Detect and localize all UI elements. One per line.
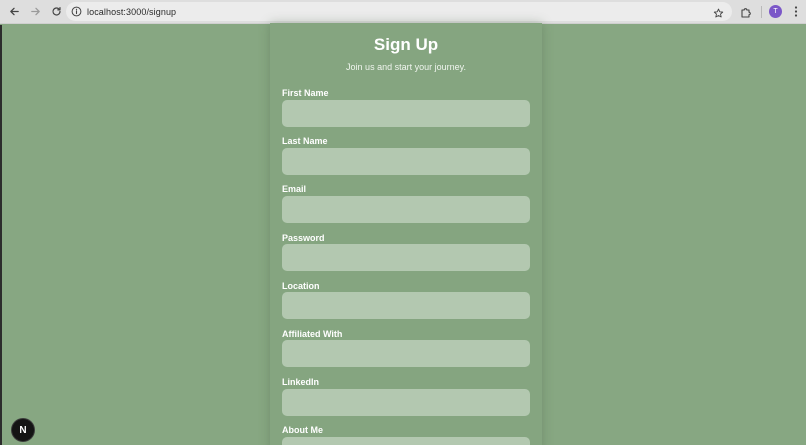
signup-card: Sign Up Join us and start your journey. …	[270, 23, 542, 445]
more-options-icon[interactable]	[791, 5, 801, 18]
linkedin-label: LinkedIn	[282, 377, 320, 387]
site-info-icon[interactable]	[71, 6, 82, 17]
extensions-puzzle-icon[interactable]	[740, 5, 752, 18]
password-input[interactable]	[282, 244, 530, 271]
reload-button[interactable]	[46, 2, 66, 22]
page-title: Sign Up	[373, 35, 439, 54]
affiliated-with-input[interactable]	[282, 340, 530, 367]
nextjs-logo-icon: N	[19, 424, 27, 436]
reload-icon	[51, 7, 61, 16]
toolbar-divider	[761, 6, 762, 18]
last-name-input[interactable]	[282, 148, 530, 175]
about-me-label: About Me	[282, 425, 323, 435]
affiliated-with-label: Affiliated With	[282, 329, 343, 339]
location-input[interactable]	[282, 292, 530, 319]
last-name-label: Last Name	[282, 136, 328, 146]
back-button[interactable]	[4, 2, 24, 22]
nextjs-dev-badge[interactable]: N	[12, 419, 34, 441]
address-bar[interactable]: localhost:3000/signup	[66, 2, 732, 21]
first-name-input[interactable]	[282, 100, 530, 127]
arrow-left-icon	[9, 7, 19, 16]
email-input[interactable]	[282, 196, 530, 223]
profile-avatar[interactable]: T	[769, 5, 782, 18]
browser-toolbar: localhost:3000/signup T	[0, 0, 806, 24]
arrow-right-icon	[30, 7, 40, 16]
about-me-input[interactable]	[282, 437, 530, 445]
password-label: Password	[282, 233, 325, 243]
first-name-label: First Name	[282, 88, 329, 98]
page-viewport: Sign Up Join us and start your journey. …	[0, 23, 806, 445]
page-subtitle: Join us and start your journey.	[346, 62, 466, 72]
url-text[interactable]: localhost:3000/signup	[87, 7, 176, 17]
bookmark-star-icon[interactable]	[713, 6, 724, 18]
location-label: Location	[282, 281, 320, 291]
linkedin-input[interactable]	[282, 389, 530, 416]
email-label: Email	[282, 184, 307, 194]
forward-button[interactable]	[25, 2, 45, 22]
